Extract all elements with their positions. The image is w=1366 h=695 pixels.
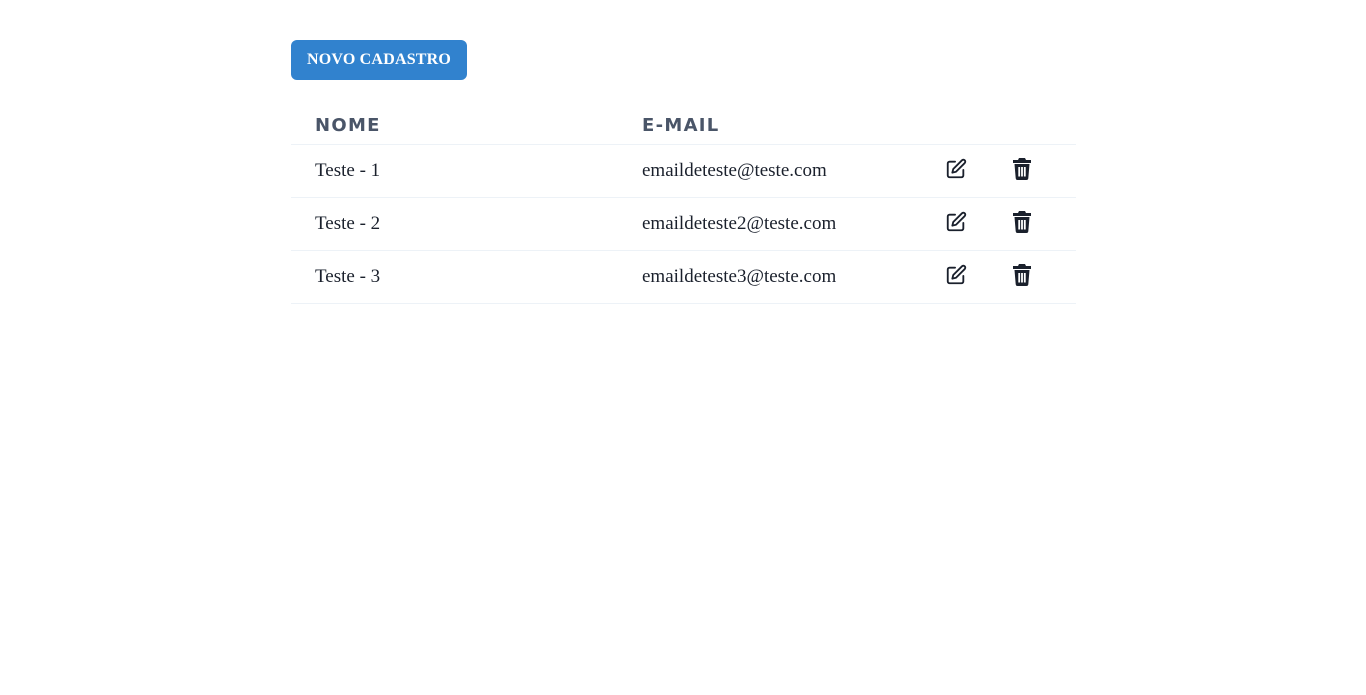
row-name: Teste - 2	[291, 197, 618, 251]
row-email: emaildeteste@teste.com	[618, 144, 920, 198]
row-edit-cell	[920, 144, 986, 198]
row-email: emaildeteste2@teste.com	[618, 197, 920, 251]
row-delete-cell	[986, 197, 1076, 251]
row-name: Teste - 1	[291, 144, 618, 198]
trash-icon[interactable]	[1010, 210, 1034, 234]
column-header-delete	[986, 106, 1076, 145]
row-edit-cell	[920, 250, 986, 304]
column-header-edit	[920, 106, 986, 145]
column-header-name: NOME	[291, 106, 618, 145]
table-body: Teste - 1 emaildeteste@teste.com Teste -…	[291, 144, 1076, 304]
records-table: NOME E-MAIL Teste - 1 emaildeteste@teste…	[291, 106, 1076, 304]
trash-icon[interactable]	[1010, 157, 1034, 181]
trash-icon[interactable]	[1010, 263, 1034, 287]
row-delete-cell	[986, 250, 1076, 304]
row-email: emaildeteste3@teste.com	[618, 250, 920, 304]
table-row: Teste - 1 emaildeteste@teste.com	[291, 144, 1076, 198]
page-container: NOVO CADASTRO NOME E-MAIL Teste - 1 emai…	[291, 40, 1076, 304]
edit-icon[interactable]	[944, 263, 968, 287]
column-header-email: E-MAIL	[618, 106, 920, 145]
table-row: Teste - 2 emaildeteste2@teste.com	[291, 197, 1076, 251]
new-registration-button[interactable]: NOVO CADASTRO	[291, 40, 468, 80]
edit-icon[interactable]	[944, 210, 968, 234]
row-edit-cell	[920, 197, 986, 251]
table-header: NOME E-MAIL	[291, 106, 1076, 145]
row-delete-cell	[986, 144, 1076, 198]
row-name: Teste - 3	[291, 250, 618, 304]
table-header-row: NOME E-MAIL	[291, 106, 1076, 145]
edit-icon[interactable]	[944, 157, 968, 181]
table-row: Teste - 3 emaildeteste3@teste.com	[291, 250, 1076, 304]
